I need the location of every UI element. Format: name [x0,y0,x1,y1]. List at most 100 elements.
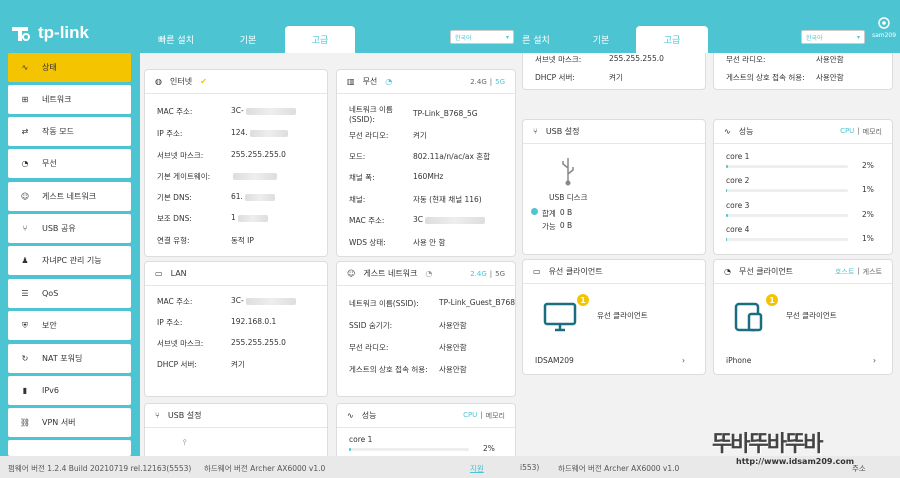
parental-icon: ♟ [21,256,29,265]
sidebar-item-nat[interactable]: ↻ NAT 포워딩 [8,344,131,373]
core-bar-fill [726,214,729,217]
core-percent: 2% [483,444,495,453]
core-percent: 2% [862,210,874,219]
network-icon: ⊞ [21,95,29,104]
band-24g-toggle[interactable]: 2.4G [470,78,487,86]
wifi-icon: ◔ [385,77,393,86]
guest-tab[interactable]: 게스트 [863,267,882,277]
tablet-phone-icon [734,302,763,332]
sidebar-item-more[interactable] [8,440,131,456]
tab-basic[interactable]: 기본 [220,26,276,53]
lan2-dhcp-row: DHCP 서버: 켜기 [535,72,623,83]
tab-basic-2[interactable]: 기본 [575,26,627,53]
card-title: 인터넷 [169,77,193,86]
separator: | [857,266,860,275]
wired-client-row[interactable]: IDSAM209 › [535,356,685,365]
watermark-title: 뚜바뚜바뚜바 [712,432,823,457]
row-key: 서브넷 마스크: [157,339,204,348]
language-select[interactable]: 한국어 ▾ [450,30,514,44]
vpn-icon: ⛓ [19,418,31,427]
band-24g-toggle[interactable]: 2.4G [470,270,487,278]
cpu-tab[interactable]: CPU [463,411,477,421]
card-title: 성능 [738,127,754,136]
row-value: 사용안함 [439,343,467,352]
row-key: 연결 유형: [157,236,190,245]
core-percent: 1% [862,234,874,243]
sidebar-item-network[interactable]: ⊞ 네트워크 [8,85,131,114]
redacted-value [245,297,296,305]
sidebar-item-security[interactable]: ⛨ 보안 [8,311,131,340]
guest2-radio-row: 무선 라디오: 사용안함 [726,54,844,65]
wired-count-badge: 1 [577,294,589,306]
row-key: MAC 주소: [157,107,193,116]
sidebar-item-status[interactable]: ∿ 상태 [8,53,131,82]
sidebar-item-wireless[interactable]: ◔ 무선 [8,149,131,178]
sidebar: ∿ 상태 ⊞ 네트워크 ⇄ 작동 모드 ◔ 무선 ☺ 게스트 네트워크 ⑂ USB 공유 ♟… [0,48,140,456]
sidebar-item-label: VPN 서버 [42,418,76,427]
memory-tab[interactable]: 메모리 [863,127,882,137]
card-title: 성능 [361,411,377,420]
sidebar-item-label: 무선 [42,159,57,168]
wireless-client-row[interactable]: iPhone › [726,356,876,365]
row-key: 보조 DNS: [157,214,192,223]
wireless-clients-label: 무선 클라이언트 [786,311,837,320]
tab-advanced-2[interactable]: 고급 [636,26,708,53]
usb-card-2: ⑂ USB 설정 USB 디스크 합계 0 B 가능 0 B [522,119,706,255]
row-key: 네트워크 이름(SSID): [349,299,419,308]
guest-ssid-row: 네트워크 이름(SSID): TP-Link_Guest_B768 [349,298,515,309]
band-5g-toggle[interactable]: 5G [495,270,505,278]
wifi-icon: ◔ [425,269,433,278]
internet-card: ◍ 인터넷 ✔ MAC 주소: 3C- IP 주소: 124. 서브넷 마스크: 255.… [144,69,328,257]
watermark-url: http://www.idsam209.com [736,457,855,466]
shield-icon: ⛨ [22,320,28,330]
sidebar-item-ipv6[interactable]: ▮ IPv6 [8,376,131,405]
chevron-down-icon: ▾ [856,33,860,41]
sidebar-item-guest[interactable]: ☺ 게스트 네트워크 [8,182,131,211]
language-select-value: 한국어 [455,34,472,42]
cpu-tab[interactable]: CPU [840,127,854,137]
row-key: 무선 라디오: [349,131,389,140]
row-value: 1 [231,213,236,222]
total-label: 합계 [542,209,556,218]
row-key: DHCP 서버: [157,360,197,369]
row-key: 서브넷 마스크: [535,55,582,64]
card-title: 게스트 네트워크 [363,269,418,278]
sidebar-item-qos[interactable]: ☰ QoS [8,279,131,308]
brand-name: tp-link [38,23,89,42]
row-value: 동적 IP [231,236,254,245]
sidebar-item-mode[interactable]: ⇄ 작동 모드 [8,117,131,146]
memory-tab[interactable]: 메모리 [486,411,505,421]
logout-button[interactable]: sam209 [870,16,898,39]
row-value: 사용안함 [816,55,844,64]
row-key: IP 주소: [157,129,183,138]
row-key: 게스트의 상호 접속 허용: [349,365,428,374]
sidebar-item-vpn[interactable]: ⛓ VPN 서버 [8,408,131,437]
row-key: 모드: [349,152,366,161]
sidebar-item-label: 게스트 네트워크 [42,192,97,201]
band-5g-toggle[interactable]: 5G [495,78,505,86]
host-tab[interactable]: 호스트 [835,267,854,277]
row-value: 켜기 [231,360,245,369]
sidebar-item-parental[interactable]: ♟ 자녀PC 관리 기능 [8,246,131,275]
tab-advanced[interactable]: 고급 [285,26,355,53]
usb-disk-label: USB 디스크 [549,193,588,202]
support-link[interactable]: 지원 [470,463,484,474]
usb-total-row: 합계 0 B [531,208,572,219]
tab-quick-setup[interactable]: 빠른 설치 [148,26,204,53]
wireless-width-row: 채널 폭: 160MHz [349,172,443,183]
core-bar-fill [726,189,728,192]
guest-access-row: 게스트의 상호 접속 허용: 사용안함 [349,364,467,375]
row-value: 192.168.0.1 [231,317,277,326]
core-label: core 2 [726,176,750,185]
sidebar-item-usb[interactable]: ⑂ USB 공유 [8,214,131,243]
row-value: 255.255.255.0 [609,54,664,63]
guest-card-2: 무선 라디오: 사용안함 게스트의 상호 접속 허용: 사용안함 [713,53,893,90]
sidebar-item-label: NAT 포워딩 [42,354,83,363]
wireless-count-badge: 1 [766,294,778,306]
guest-radio-row: 무선 라디오: 사용안함 [349,342,467,353]
internet-dns2-row: 보조 DNS: 1 [157,213,268,224]
tab-quick-setup-2[interactable]: 른 설치 [513,26,559,53]
card-title: 무선 [362,77,378,86]
language-select-2[interactable]: 한국어 ▾ [801,30,865,44]
row-value: 3C- [231,106,244,115]
